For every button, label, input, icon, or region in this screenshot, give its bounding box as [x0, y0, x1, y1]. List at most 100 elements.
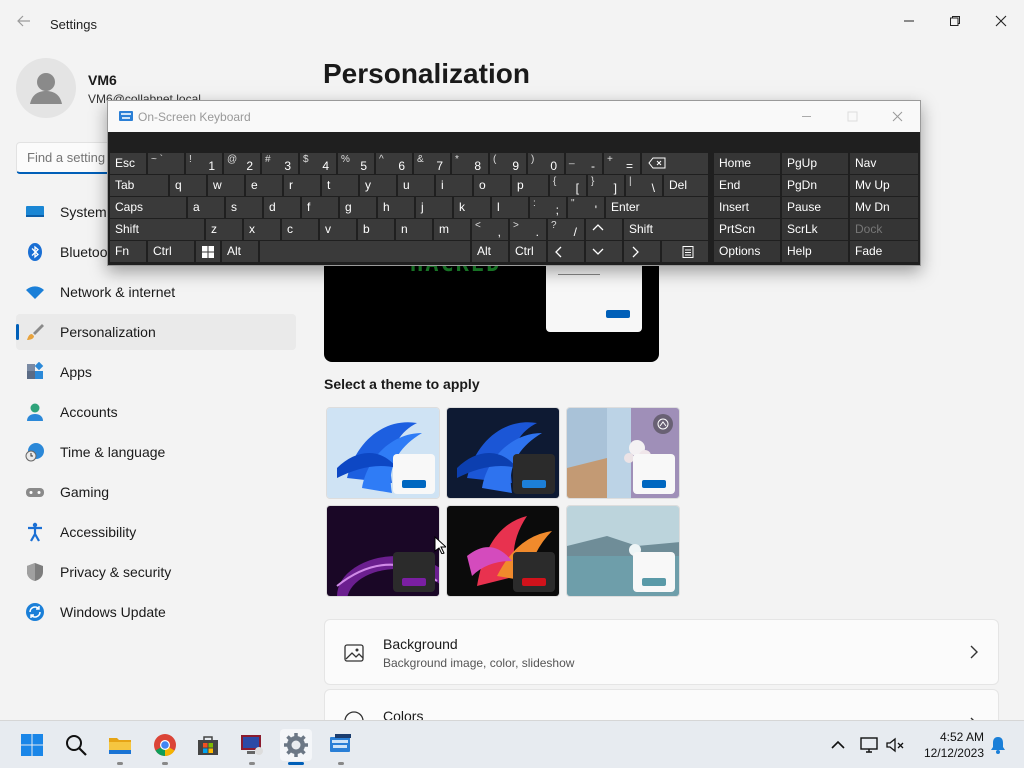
background-card[interactable]: Background Background image, color, slid…	[324, 619, 999, 685]
key-num-2[interactable]: @2	[224, 153, 260, 174]
key-help[interactable]: Help	[782, 241, 848, 262]
key-fade[interactable]: Fade	[850, 241, 918, 262]
key-scrlk[interactable]: ScrLk	[782, 219, 848, 240]
sidebar-item-gaming[interactable]: Gaming	[16, 474, 296, 510]
key-u[interactable]: u	[398, 175, 434, 196]
key-j[interactable]: j	[416, 197, 452, 218]
close-button[interactable]	[978, 6, 1024, 36]
taskbar-osk[interactable]	[325, 729, 357, 765]
sidebar-item-time-language[interactable]: Time & language	[16, 434, 296, 470]
key-alt-left[interactable]: Alt	[222, 241, 258, 262]
avatar[interactable]	[16, 58, 76, 118]
key-alt-right[interactable]: Alt	[472, 241, 508, 262]
key-z[interactable]: z	[206, 219, 242, 240]
taskbar-file-explorer[interactable]	[104, 729, 136, 765]
osk-close-button[interactable]	[874, 101, 920, 132]
key-del[interactable]: Del	[664, 175, 708, 196]
theme-tile-windows-dark[interactable]	[446, 407, 560, 499]
key-mv-dn[interactable]: Mv Dn	[850, 197, 918, 218]
key-num-11[interactable]: _ -	[566, 153, 602, 174]
key-sym2-1[interactable]: }]	[588, 175, 624, 196]
key-g[interactable]: g	[340, 197, 376, 218]
key-d[interactable]: d	[264, 197, 300, 218]
taskbar-chrome[interactable]	[149, 729, 181, 765]
theme-tile-windows-light[interactable]	[326, 407, 440, 499]
key-insert[interactable]: Insert	[714, 197, 780, 218]
volume-muted-icon[interactable]	[885, 735, 905, 755]
taskbar-remote-desktop[interactable]	[236, 729, 268, 765]
key-esc[interactable]: Esc	[110, 153, 146, 174]
key-num-7[interactable]: & 7	[414, 153, 450, 174]
key-space[interactable]	[260, 241, 470, 262]
minimize-button[interactable]	[886, 6, 932, 36]
key-num-3[interactable]: #3	[262, 153, 298, 174]
key-a[interactable]: a	[188, 197, 224, 218]
key-num-9[interactable]: (9	[490, 153, 526, 174]
key-backspace[interactable]	[642, 153, 708, 174]
theme-tile-captured-motion[interactable]	[446, 505, 560, 597]
key-num-4[interactable]: $4	[300, 153, 336, 174]
key-f[interactable]: f	[302, 197, 338, 218]
key-num-0[interactable]: ~ `	[148, 153, 184, 174]
key-enter[interactable]: Enter	[606, 197, 708, 218]
key-sym3-1[interactable]: " '	[568, 197, 604, 218]
key-mv-up[interactable]: Mv Up	[850, 175, 918, 196]
key-arrow-right[interactable]	[624, 241, 660, 262]
key-caps[interactable]: Caps	[110, 197, 186, 218]
sidebar-item-accounts[interactable]: Accounts	[16, 394, 296, 430]
key-prtscn[interactable]: PrtScn	[714, 219, 780, 240]
key-q[interactable]: q	[170, 175, 206, 196]
key-sym4-1[interactable]: >.	[510, 219, 546, 240]
key-l[interactable]: l	[492, 197, 528, 218]
key-m[interactable]: m	[434, 219, 470, 240]
key-sym2-2[interactable]: | \	[626, 175, 662, 196]
key-menu[interactable]	[662, 241, 708, 262]
key-num-10[interactable]: ) 0	[528, 153, 564, 174]
key-ctrl-right[interactable]: Ctrl	[510, 241, 546, 262]
back-button[interactable]	[12, 12, 36, 36]
taskbar-settings[interactable]	[280, 729, 312, 765]
sidebar-item-network[interactable]: Network & internet	[16, 274, 296, 310]
key-sym3-0[interactable]: :;	[530, 197, 566, 218]
key-t[interactable]: t	[322, 175, 358, 196]
key-sym4-0[interactable]: <,	[472, 219, 508, 240]
key-num-6[interactable]: ^ 6	[376, 153, 412, 174]
key-pgdn[interactable]: PgDn	[782, 175, 848, 196]
key-b[interactable]: b	[358, 219, 394, 240]
key-p[interactable]: p	[512, 175, 548, 196]
key-y[interactable]: y	[360, 175, 396, 196]
key-k[interactable]: k	[454, 197, 490, 218]
theme-tile-flow[interactable]	[566, 505, 680, 597]
key-home[interactable]: Home	[714, 153, 780, 174]
key-arrow-down[interactable]	[586, 241, 622, 262]
key-x[interactable]: x	[244, 219, 280, 240]
sidebar-item-privacy[interactable]: Privacy & security	[16, 554, 296, 590]
sidebar-item-windows-update[interactable]: Windows Update	[16, 594, 296, 630]
taskbar-clock[interactable]: 4:52 AM 12/12/2023	[914, 729, 984, 761]
theme-tile-spotlight[interactable]	[566, 407, 680, 499]
key-r[interactable]: r	[284, 175, 320, 196]
key-nav[interactable]: Nav	[850, 153, 918, 174]
key-tab[interactable]: Tab	[110, 175, 168, 196]
key-i[interactable]: i	[436, 175, 472, 196]
key-fn[interactable]: Fn	[110, 241, 146, 262]
key-w[interactable]: w	[208, 175, 244, 196]
key-arrow-left[interactable]	[548, 241, 584, 262]
key-options[interactable]: Options	[714, 241, 780, 262]
maximize-button[interactable]	[932, 6, 978, 36]
theme-tile-glow[interactable]	[326, 505, 440, 597]
key-pgup[interactable]: PgUp	[782, 153, 848, 174]
notifications-bell-icon[interactable]	[988, 735, 1008, 755]
key-arrow-up[interactable]	[586, 219, 622, 240]
key-shift-left[interactable]: Shift	[110, 219, 204, 240]
key-pause[interactable]: Pause	[782, 197, 848, 218]
key-end[interactable]: End	[714, 175, 780, 196]
key-num-5[interactable]: % 5	[338, 153, 374, 174]
key-s[interactable]: s	[226, 197, 262, 218]
sidebar-item-personalization[interactable]: Personalization	[16, 314, 296, 350]
sidebar-item-apps[interactable]: Apps	[16, 354, 296, 390]
key-v[interactable]: v	[320, 219, 356, 240]
taskbar-store[interactable]	[192, 729, 224, 761]
osk-minimize-button[interactable]	[783, 101, 829, 132]
sidebar-item-accessibility[interactable]: Accessibility	[16, 514, 296, 550]
